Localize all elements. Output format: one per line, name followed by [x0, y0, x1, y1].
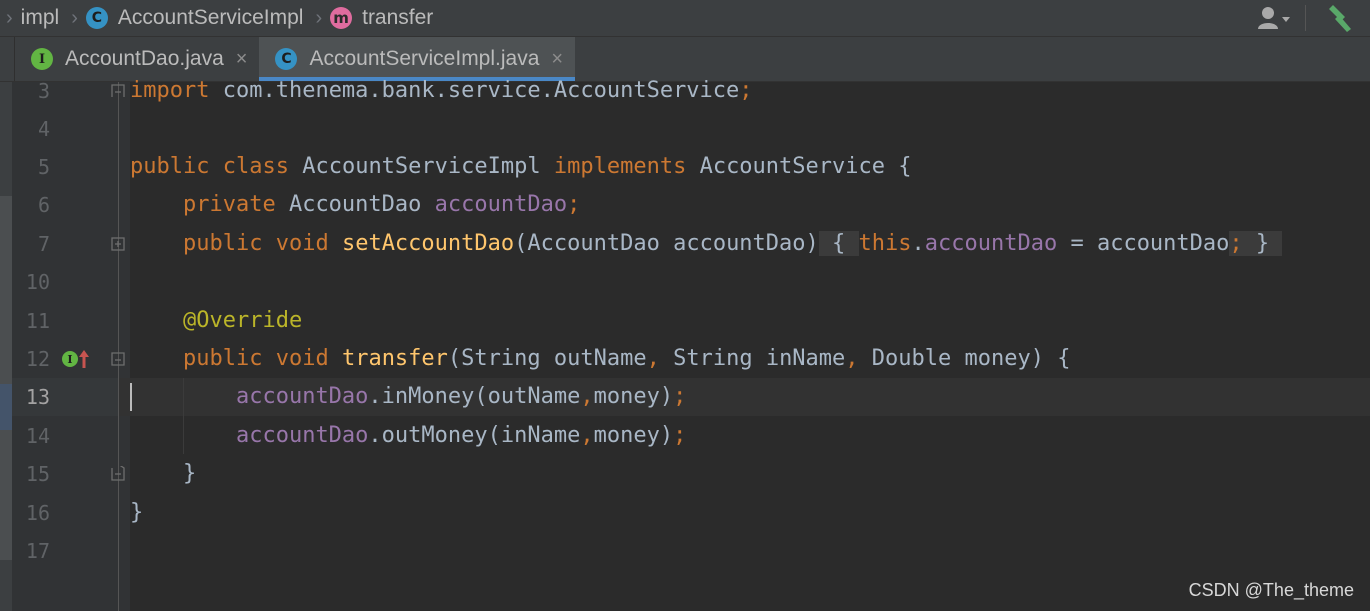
toolbar-right — [1249, 0, 1370, 36]
code-text: public class AccountServiceImpl implemen… — [130, 154, 912, 179]
class-icon: C — [275, 48, 298, 70]
toolbar-divider — [1305, 5, 1306, 31]
breadcrumb-label: impl — [20, 6, 60, 29]
code-editor[interactable]: 3 import com.thenema.bank.service.Accoun… — [0, 78, 1370, 611]
breadcrumb-label: transfer — [362, 6, 434, 29]
close-icon[interactable]: × — [551, 48, 563, 71]
code-line[interactable]: 15 } — [0, 455, 1370, 493]
interface-icon: I — [62, 351, 78, 367]
fold-expand-icon[interactable] — [110, 236, 126, 252]
line-number: 17 — [25, 539, 50, 563]
line-number: 11 — [25, 309, 50, 333]
line-number: 6 — [37, 193, 50, 217]
code-line[interactable]: 10 — [0, 263, 1370, 301]
line-number: 13 — [25, 385, 50, 409]
build-hammer-icon[interactable] — [1320, 0, 1360, 36]
breadcrumb: › impl › C AccountServiceImpl › m transf… — [0, 0, 1370, 37]
line-number: 16 — [25, 501, 50, 525]
breadcrumb-item-class[interactable]: › C AccountServiceImpl — [67, 6, 303, 30]
chevron-right-icon: › — [315, 6, 323, 29]
line-number: 14 — [25, 424, 50, 448]
breadcrumb-item-impl[interactable]: › impl — [6, 6, 59, 30]
code-text: public void setAccountDao(AccountDao acc… — [130, 225, 1283, 263]
code-line[interactable]: 5 public class AccountServiceImpl implem… — [0, 148, 1370, 186]
tab-label: AccountServiceImpl.java — [309, 47, 540, 70]
code-text: public void transfer(String outName, Str… — [182, 346, 1071, 371]
line-number: 12 — [25, 347, 50, 371]
code-text: } — [182, 461, 197, 486]
text-caret — [130, 383, 132, 411]
code-line[interactable]: 14 accountDao.outMoney(inName,money); — [0, 417, 1370, 455]
line-number: 4 — [37, 117, 50, 141]
breadcrumb-label: AccountServiceImpl — [117, 6, 304, 29]
line-number: 7 — [37, 232, 50, 256]
line-number: 5 — [37, 155, 50, 179]
chevron-right-icon: › — [71, 6, 78, 29]
code-text: private AccountDao accountDao; — [182, 192, 581, 217]
implements-method-marker[interactable]: I — [62, 348, 90, 370]
code-line[interactable]: 17 — [0, 532, 1370, 570]
code-line[interactable]: 6 private AccountDao accountDao; — [0, 186, 1370, 224]
fold-collapse-icon[interactable] — [110, 83, 126, 99]
fold-end-icon[interactable] — [110, 466, 126, 482]
code-text: @Override — [182, 308, 303, 333]
code-line-current[interactable]: 13 accountDao.inMoney(outName,money); — [0, 378, 1370, 416]
code-text: accountDao.outMoney(inName,money); — [235, 423, 687, 448]
code-line[interactable]: 16 } — [0, 494, 1370, 532]
watermark: CSDN @The_theme — [1188, 580, 1354, 600]
code-text: import com.thenema.bank.service.AccountS… — [130, 78, 753, 103]
code-line[interactable]: 11 @Override — [0, 302, 1370, 340]
line-number: 3 — [37, 79, 50, 103]
code-line[interactable]: 4 — [0, 110, 1370, 148]
method-icon: m — [330, 7, 353, 29]
code-text: accountDao.inMoney(outName,money); — [235, 384, 687, 409]
line-number: 15 — [25, 462, 50, 486]
chevron-right-icon: › — [6, 6, 13, 29]
code-text: } — [130, 500, 144, 525]
code-line[interactable]: 3 import com.thenema.bank.service.Accoun… — [0, 72, 1370, 110]
code-line[interactable]: 12 I public void transfer(String outName… — [0, 340, 1370, 378]
tab-label: AccountDao.java — [65, 47, 224, 70]
fold-collapse-icon[interactable] — [110, 351, 126, 367]
user-account-icon[interactable] — [1249, 0, 1299, 36]
line-number: 10 — [25, 270, 50, 294]
interface-icon: I — [31, 48, 53, 70]
ide-window: › impl › C AccountServiceImpl › m transf… — [0, 0, 1370, 611]
class-icon: C — [85, 7, 108, 29]
close-icon[interactable]: × — [236, 48, 248, 71]
code-line[interactable]: 7 public void setAccountDao(AccountDao a… — [0, 225, 1370, 263]
breadcrumb-item-method[interactable]: › m transfer — [311, 6, 433, 30]
arrow-up-icon — [79, 350, 89, 368]
